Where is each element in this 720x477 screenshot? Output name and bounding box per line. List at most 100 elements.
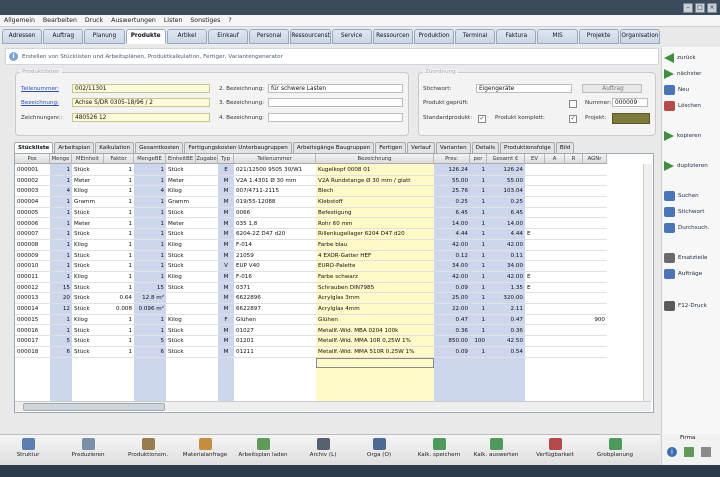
column-header-typ[interactable]: Typ [218,154,234,164]
cell-prev[interactable]: 55.00 [434,176,470,187]
tab-organisation[interactable]: Organisation [619,29,660,44]
cell-menge[interactable]: 6 [50,347,72,358]
cell-faktor[interactable]: 1 [104,219,134,230]
cell-prev[interactable]: 0.25 [434,197,470,208]
column-header-ev[interactable]: EV [525,154,545,164]
close-icon[interactable]: × [707,3,717,13]
cell-bezeichnung[interactable]: V2A Rundstange Ø 30 mm / glatt [316,176,434,187]
cell-bezeichnung[interactable]: Schrauben DIN7985 [316,283,434,294]
table-row[interactable]: 000009 1 Stück 1 1 Stück M 21059 4 EXOR-Gatter H… [15,251,651,262]
column-header-meinheit[interactable]: MEinheit [72,154,104,164]
cell-bezeichnung[interactable]: Befestigung [316,208,434,219]
cell-einheitbe[interactable]: Stück [166,229,196,240]
cell-faktor[interactable]: 1 [104,261,134,272]
cell-bezeichnung[interactable]: Kugelkopf 0008 01 [316,165,434,176]
cell-faktor[interactable]: 1 [104,315,134,326]
cell-mengebe[interactable]: 1 [134,326,166,337]
grid-horizontal-scroll-thumb[interactable] [23,403,165,411]
cell-pos[interactable]: 000001 [15,165,50,176]
cell-menge[interactable]: 1 [50,197,72,208]
table-row[interactable]: 000006 1 Meter 1 1 Meter M 035 1,8 Rohr 60 mm 14.… [15,219,651,230]
cell-menge[interactable]: 20 [50,293,72,305]
cell-einheitbe[interactable]: Kilog [166,186,196,198]
cell-ev[interactable]: E [525,283,545,294]
cell-einheitbe[interactable]: Kilog [166,272,196,283]
tab-personal[interactable]: Personal [249,29,290,44]
cell-mengebe[interactable]: 12.8 m² [134,293,166,305]
cell-typ[interactable]: M [218,293,234,305]
cell-pos[interactable]: 000012 [15,283,50,294]
cell-gesamt[interactable]: 0.36 [487,326,525,337]
cell-agnr[interactable] [583,176,607,187]
cell-zugabe[interactable] [196,315,218,326]
cell-bezeichnung[interactable]: Glühen [316,315,434,326]
bottom-tool-materialanfrage[interactable]: Materialanfrage [180,437,230,464]
cell-typ[interactable]: M [218,229,234,240]
table-row[interactable]: 000017 5 Stück 1 5 Stück M 01201 Metallf.-Wid. M… [15,336,651,347]
cell-meinheit[interactable]: Stück [72,165,104,176]
cell-menge[interactable]: 1 [50,219,72,230]
column-header-einheitbe[interactable]: EinheitBE [166,154,196,164]
tab-ressourcenste[interactable]: Ressourcenste [290,29,331,44]
tab-planung[interactable]: Planung [84,29,125,44]
table-row[interactable]: 000012 15 Stück 1 15 Stück M 0371 Schrauben DIN7… [15,283,651,294]
table-row[interactable]: 000010 1 Stück 1 1 Stück V EUP V40 EURO-Palette 3… [15,261,651,272]
cell-pos[interactable]: 000016 [15,326,50,337]
cell-a[interactable] [545,293,565,305]
cell-per[interactable]: 1 [470,186,487,198]
cell-per[interactable]: 1 [470,272,487,283]
cell-a[interactable] [545,261,565,272]
cell-meinheit[interactable]: Stück [72,326,104,337]
cell-zugabe[interactable] [196,304,218,315]
cell-agnr[interactable] [583,229,607,240]
cell-einheitbe[interactable] [166,304,196,315]
column-header-teilenummer[interactable]: Teilenummer [234,154,316,164]
cell-meinheit[interactable]: Gramm [72,197,104,208]
settings-icon[interactable] [701,447,711,457]
table-row[interactable]: 000011 1 Kilog 1 1 Kilog M F-016 Farbe schwarz 42… [15,272,651,283]
cell-prev[interactable]: 14.00 [434,219,470,230]
cell-gesamt[interactable]: 55.00 [487,176,525,187]
action-auftr-ge[interactable]: Aufträge [664,266,720,282]
cell-agnr[interactable] [583,304,607,315]
column-header-mengebe[interactable]: MengeBE [134,154,166,164]
cell-zugabe[interactable] [196,219,218,230]
cell-ev[interactable]: E [525,272,545,283]
cell-menge[interactable]: 1 [50,176,72,187]
cell-zugabe[interactable] [196,347,218,358]
cell-gesamt[interactable]: 2.11 [487,304,525,315]
cell-teilenummer[interactable]: 01211 [234,347,316,358]
action-ersatzteile[interactable]: Ersatzteile [664,250,720,266]
cell-per[interactable]: 1 [470,165,487,176]
cell-pos[interactable]: 000002 [15,176,50,187]
cell-prev[interactable]: 0.36 [434,326,470,337]
stichwort-field[interactable]: Eigengeräte [476,84,572,93]
cell-bezeichnung[interactable]: Metallf.-Wid. MMA 510R 0,25W 1% [316,347,434,358]
cell-zugabe[interactable] [196,229,218,240]
cell-ev[interactable]: E [525,229,545,240]
cell-zugabe[interactable] [196,261,218,272]
cell-r[interactable] [565,186,583,198]
cell-prev[interactable]: 126.24 [434,165,470,176]
cell-faktor[interactable]: 1 [104,229,134,240]
cell-r[interactable] [565,272,583,283]
cell-einheitbe[interactable]: Stück [166,165,196,176]
cell-einheitbe[interactable]: Stück [166,283,196,294]
table-row[interactable]: 000015 1 Kilog 1 1 Kilog F Glühen Glühen 0.47 1 0.4… [15,315,651,326]
cell-mengebe[interactable]: 15 [134,283,166,294]
maximize-icon[interactable]: □ [695,3,705,13]
cell-a[interactable] [545,186,565,198]
cell-mengebe[interactable]: 1 [134,176,166,187]
cell-agnr[interactable] [583,208,607,219]
cell-meinheit[interactable]: Kilog [72,186,104,198]
cell-zugabe[interactable] [196,197,218,208]
tab-mis[interactable]: MIS [537,29,578,44]
cell-teilenummer[interactable]: 019/55-12088 [234,197,316,208]
cell-per[interactable]: 1 [470,261,487,272]
cell-teilenummer[interactable]: 6622897 [234,304,316,315]
cell-ev[interactable] [525,251,545,262]
menu-item-sonstiges[interactable]: Sonstiges [186,17,224,24]
table-row[interactable]: 000005 1 Stück 1 1 Stück M 0066 Befestigung 6.45 1… [15,208,651,219]
cell-typ[interactable]: M [218,176,234,187]
cell-zugabe[interactable] [196,165,218,176]
